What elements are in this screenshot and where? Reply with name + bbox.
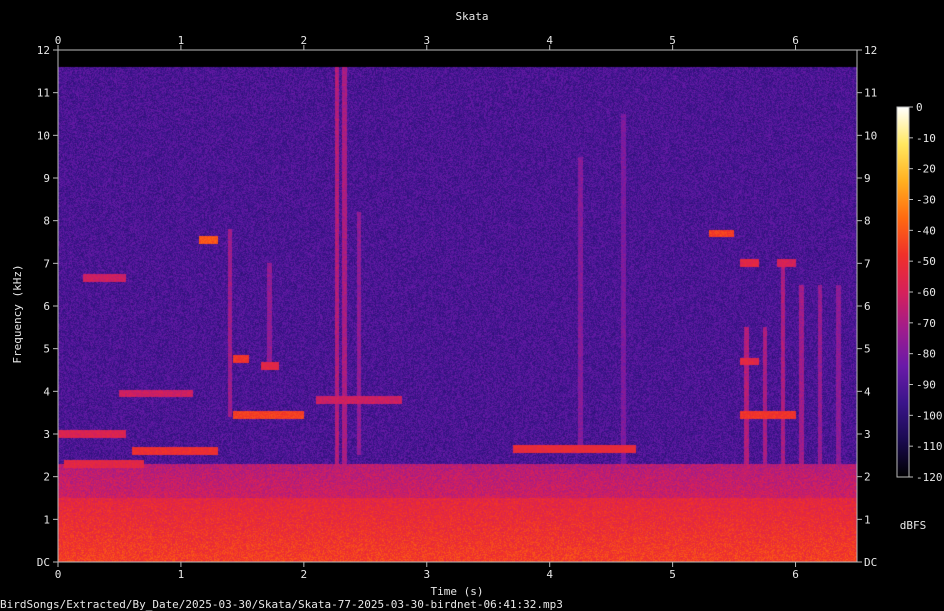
y-tick-label-right: 6: [864, 300, 871, 313]
y-tick-label-left: 1: [43, 513, 50, 526]
y-tick-label-left: 11: [37, 87, 50, 100]
file-path: BirdSongs/Extracted/By_Date/2025-03-30/S…: [0, 598, 563, 611]
spectrogram-image-frame: [58, 50, 857, 562]
colorbar-tick-label: 0: [916, 101, 923, 114]
colorbar: [897, 107, 909, 477]
y-tick-label-left: 5: [43, 343, 50, 356]
colorbar-tick-label: -100: [916, 409, 943, 422]
x-tick-label-top: 2: [301, 34, 308, 47]
y-tick-label-right: 2: [864, 471, 871, 484]
x-tick-label-bottom: 2: [301, 568, 308, 581]
x-tick-label-top: 1: [178, 34, 185, 47]
x-tick-label-top: 0: [55, 34, 62, 47]
colorbar-tick-label: -70: [916, 317, 936, 330]
chart-title: Skata: [455, 10, 488, 23]
y-tick-label-left: DC: [37, 556, 50, 569]
colorbar-ticks: 0 -10 -20 -30 -40 -50 -60 -70 -80 -90 -100 -110 -120: [909, 101, 943, 484]
x-tick-label-top: 5: [669, 34, 676, 47]
x-axis-label: Time (s): [431, 585, 484, 598]
colorbar-tick-label: -60: [916, 286, 936, 299]
y-tick-label-right: 10: [864, 129, 877, 142]
x-tick-label-bottom: 5: [669, 568, 676, 581]
x-tick-label-top: 3: [423, 34, 430, 47]
y-tick-label-right: DC: [864, 556, 877, 569]
y-tick-label-right: 4: [864, 385, 871, 398]
y-tick-label-left: 12: [37, 44, 50, 57]
y-tick-label-right: 5: [864, 343, 871, 356]
y-tick-label-right: 11: [864, 87, 877, 100]
spectrogram-image: [58, 50, 857, 562]
y-tick-label-left: 6: [43, 300, 50, 313]
y-tick-label-left: 2: [43, 471, 50, 484]
y-tick-label-right: 8: [864, 215, 871, 228]
colorbar-tick-label: -20: [916, 163, 936, 176]
colorbar-tick-label: -120: [916, 471, 943, 484]
colorbar-tick-label: -80: [916, 348, 936, 361]
colorbar-tick-label: -110: [916, 440, 943, 453]
y-tick-label-right: 3: [864, 428, 871, 441]
x-tick-label-top: 6: [792, 34, 799, 47]
y-tick-label-right: 7: [864, 257, 871, 270]
y-tick-label-left: 10: [37, 129, 50, 142]
x-tick-label-bottom: 4: [546, 568, 553, 581]
spectrogram-chart: Skata 00112233445566DC DC1 12 23 34 45 56 67 78 8…: [0, 10, 943, 611]
y-tick-label-right: 1: [864, 513, 871, 526]
colorbar-tick-label: -10: [916, 132, 936, 145]
colorbar-label: dBFS: [900, 519, 927, 532]
y-tick-label-left: 3: [43, 428, 50, 441]
y-tick-label-left: 9: [43, 172, 50, 185]
y-tick-label-left: 4: [43, 385, 50, 398]
x-tick-label-bottom: 1: [178, 568, 185, 581]
colorbar-tick-label: -90: [916, 379, 936, 392]
colorbar-tick-label: -30: [916, 194, 936, 207]
x-tick-label-bottom: 3: [423, 568, 430, 581]
x-tick-label-bottom: 0: [55, 568, 62, 581]
y-axis-label: Frequency (kHz): [11, 264, 24, 363]
y-tick-label-right: 9: [864, 172, 871, 185]
x-tick-label-top: 4: [546, 34, 553, 47]
colorbar-tick-label: -50: [916, 255, 936, 268]
y-tick-label-left: 8: [43, 215, 50, 228]
y-tick-label-left: 7: [43, 257, 50, 270]
y-tick-label-right: 12: [864, 44, 877, 57]
colorbar-tick-label: -40: [916, 224, 936, 237]
x-tick-label-bottom: 6: [792, 568, 799, 581]
